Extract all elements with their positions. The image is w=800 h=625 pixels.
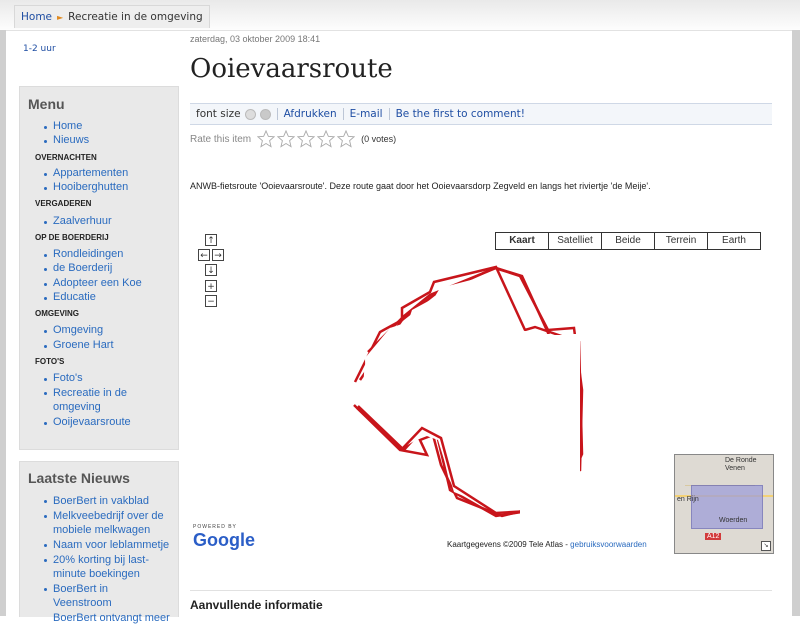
rating-stars (257, 130, 357, 148)
menu-item-rondleidingen[interactable]: Rondleidingen (43, 248, 123, 260)
menu-item-zaalverhuur[interactable]: Zaalverhuur (44, 215, 112, 227)
overview-label: De Ronde Venen (725, 457, 757, 472)
star-icon[interactable] (277, 130, 296, 148)
article-title: Ooievaarsroute (190, 54, 393, 84)
star-icon[interactable] (297, 130, 316, 148)
breadcrumb-arrow-icon: ► (57, 12, 64, 22)
menu-section-vergaderen: VERGADEREN (35, 199, 92, 208)
menu-item-hooiberghutten[interactable]: Hooiberghutten (43, 181, 128, 193)
menu-item-home[interactable]: Home (43, 120, 82, 132)
news-title: Laatste Nieuws (28, 470, 130, 486)
menu-item-fotos[interactable]: Foto's (44, 372, 83, 384)
map-white-patch (520, 335, 580, 515)
menu-item-appartementen[interactable]: Appartementen (43, 167, 128, 179)
menu-item-adopteer-een-koe[interactable]: Adopteer een Koe (44, 277, 142, 289)
news-item[interactable]: BoerBert in Veenstroom (44, 582, 153, 610)
font-increase-icon[interactable] (244, 108, 256, 120)
menu-section-op-de-boerderij: OP DE BOERDERIJ (35, 233, 109, 242)
menu-panel: Menu Home Nieuws OVERNACHTEN Appartement… (19, 86, 179, 450)
menu-item-omgeving[interactable]: Omgeving (43, 324, 103, 336)
menu-item-educatie[interactable]: Educatie (44, 291, 96, 303)
news-item[interactable]: Melkveebedrijf over de mobiele melkwagen (44, 509, 177, 537)
star-icon[interactable] (337, 130, 356, 148)
menu-item-de-boerderij[interactable]: de Boerderij (43, 262, 112, 274)
news-item[interactable]: 20% korting bij last-minute boekingen (44, 553, 173, 581)
news-panel: Laatste Nieuws BoerBert in vakblad Melkv… (19, 461, 179, 624)
section-divider (190, 590, 772, 591)
rating: Rate this item (0 votes) (190, 130, 396, 148)
star-icon[interactable] (317, 130, 336, 148)
menu-item-nieuws[interactable]: Nieuws (43, 134, 89, 146)
menu-section-overnachten: OVERNACHTEN (35, 153, 97, 162)
terms-link[interactable]: gebruiksvoorwaarden (570, 540, 647, 549)
comment-link[interactable]: Be the first to comment! (388, 108, 531, 120)
font-size-label: font size (196, 108, 241, 120)
browser-page: Home ► Recreatie in de omgeving 1-2 uur … (0, 0, 800, 624)
news-item[interactable]: Naam voor leblammetje (44, 538, 177, 552)
news-item[interactable]: BoerBert in vakblad (44, 494, 173, 508)
breadcrumb-current: Recreatie in de omgeving (68, 11, 203, 23)
article-toolbar: font size Afdrukken E-mail Be the first … (190, 103, 772, 125)
email-link[interactable]: E-mail (342, 108, 389, 120)
font-size-control: font size (190, 108, 277, 120)
breadcrumb-home-link[interactable]: Home (21, 11, 52, 23)
google-powered: POWERED BY Google (193, 524, 255, 551)
map-data-text: Kaartgegevens ©2009 Tele Atlas - (447, 540, 571, 549)
overview-label: A12 (705, 533, 722, 540)
menu-section-fotos: FOTO'S (35, 357, 65, 366)
map-data-attribution: Kaartgegevens ©2009 Tele Atlas - gebruik… (447, 540, 647, 549)
article-date: zaterdag, 03 oktober 2009 18:41 (190, 34, 321, 44)
left-scrollbar[interactable] (0, 30, 6, 616)
rating-label: Rate this item (190, 133, 252, 145)
overview-label: Woerden (719, 517, 748, 524)
menu-item-ooijevaarsroute[interactable]: Ooijevaarsroute (44, 416, 131, 428)
menu-item-recreatie[interactable]: Recreatie in de omgeving (44, 386, 153, 414)
overview-toggle-icon[interactable]: ↘ (761, 541, 771, 551)
news-item[interactable]: BoerBert ontvangt meer (53, 611, 177, 625)
menu-item-groene-hart[interactable]: Groene Hart (44, 339, 114, 351)
left-date-text: 1-2 uur (23, 44, 56, 54)
votes-count: (0 votes) (361, 134, 397, 144)
menu-title: Menu (28, 96, 65, 112)
breadcrumb: Home ► Recreatie in de omgeving (14, 5, 210, 28)
google-logo[interactable]: Google (193, 530, 255, 551)
overview-map[interactable]: De Ronde Venen en Rijn Woerden A12 ↘ (674, 454, 774, 554)
article-description: ANWB-fietsroute 'Ooievaarsroute'. Deze r… (190, 181, 651, 191)
menu-section-omgeving: OMGEVING (35, 309, 80, 318)
top-bar: Home ► Recreatie in de omgeving (0, 0, 800, 31)
right-scrollbar[interactable] (792, 30, 800, 616)
star-icon[interactable] (257, 130, 276, 148)
additional-info-heading: Aanvullende informatie (190, 598, 323, 612)
print-link[interactable]: Afdrukken (276, 108, 343, 120)
overview-label: en Rijn (677, 496, 699, 503)
font-decrease-icon[interactable] (259, 108, 271, 120)
